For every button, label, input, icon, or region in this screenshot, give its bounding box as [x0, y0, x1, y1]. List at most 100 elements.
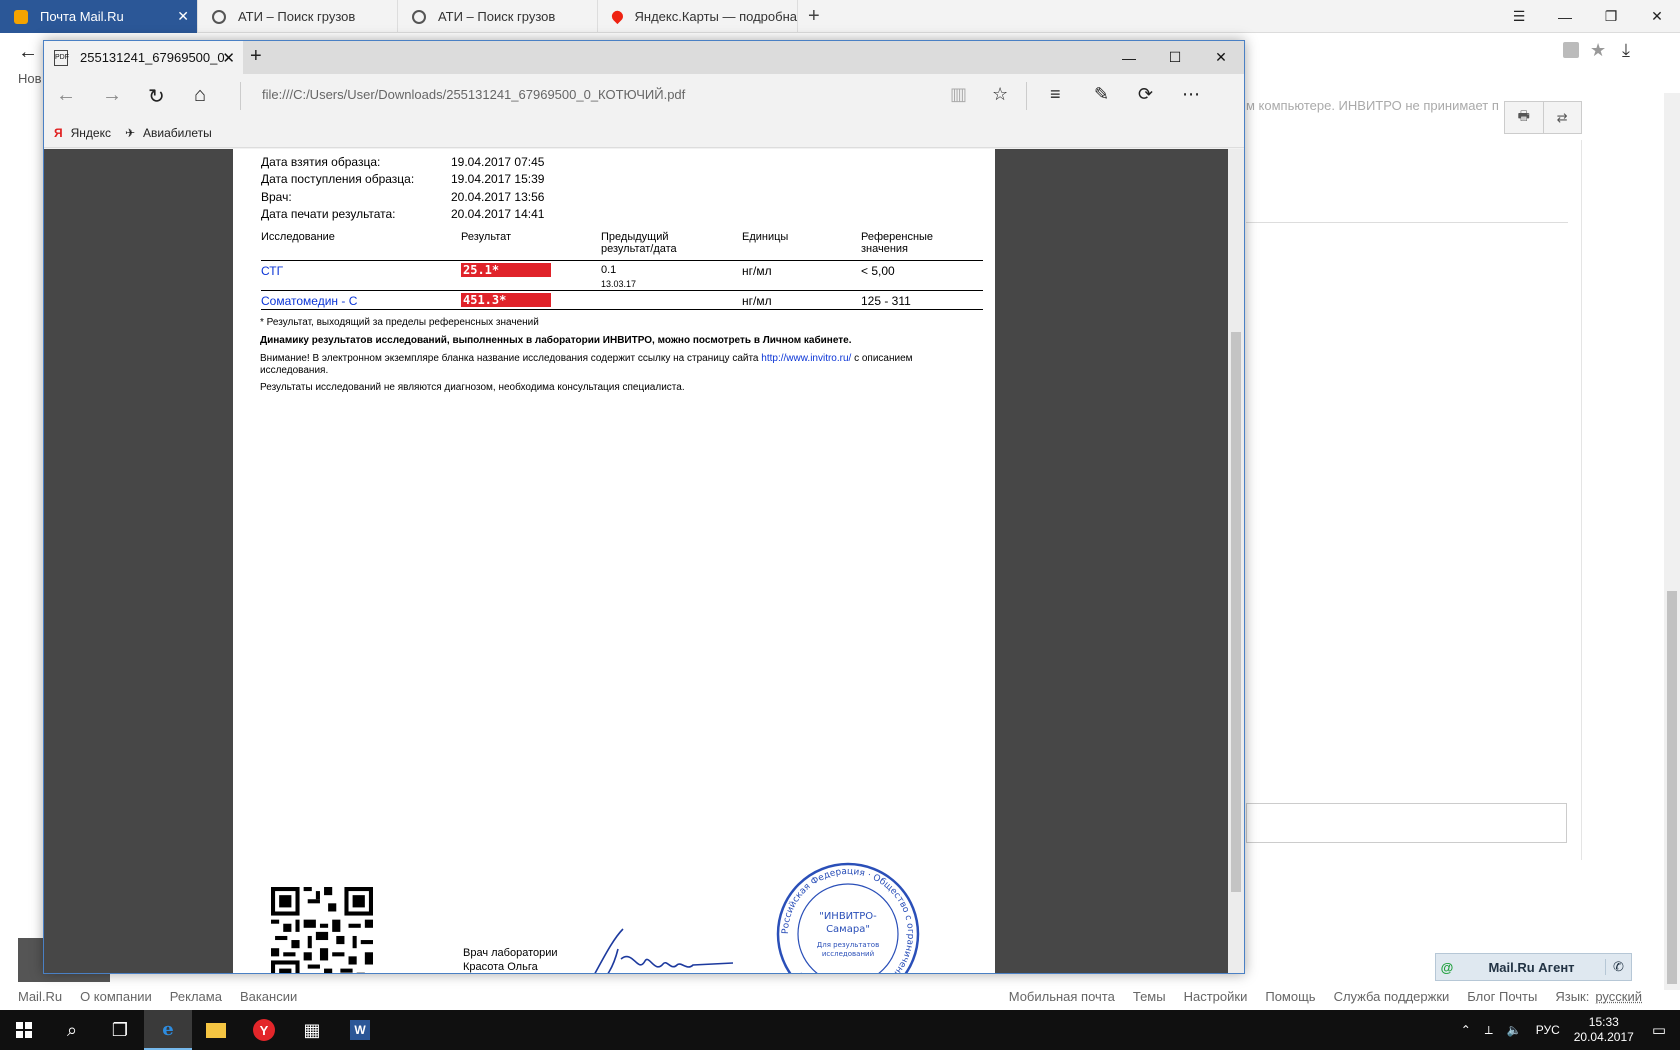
col-study: Исследование: [261, 231, 335, 243]
close-tab-icon[interactable]: ✕: [222, 49, 235, 67]
back-arrow-icon[interactable]: ←: [18, 41, 38, 64]
new-tab-icon[interactable]: +: [808, 5, 820, 28]
pdf-page: Дата взятия образца: 19.04.2017 07:45 Да…: [233, 149, 995, 973]
minimize-icon[interactable]: —: [1106, 41, 1152, 74]
col-reference: Референсные значения: [861, 231, 934, 255]
print-icon[interactable]: 🖶: [1505, 102, 1544, 133]
footer-link[interactable]: Служба поддержки: [1334, 989, 1450, 1004]
scroll-thumb[interactable]: [1667, 591, 1677, 984]
footer-link[interactable]: Помощь: [1265, 989, 1315, 1004]
refresh-icon[interactable]: ↻: [148, 84, 165, 109]
footer-link[interactable]: Блог Почты: [1467, 989, 1537, 1004]
scroll-thumb[interactable]: [1231, 332, 1241, 892]
search-icon[interactable]: ⌕: [48, 1010, 96, 1050]
outer-nav-text[interactable]: Нов: [18, 71, 42, 86]
reference-range: < 5,00: [861, 264, 895, 278]
task-view-icon[interactable]: ❐: [96, 1010, 144, 1050]
meta-key: Дата поступления образца:: [261, 172, 415, 186]
reading-view-icon[interactable]: ▥: [950, 84, 967, 105]
outer-tab-ati-1[interactable]: АТИ – Поиск грузов: [198, 0, 398, 33]
outer-tab-label: АТИ – Поиск грузов: [438, 9, 556, 24]
outer-scrollbar[interactable]: [1664, 93, 1680, 990]
keyboard-language[interactable]: РУС: [1536, 1023, 1560, 1037]
yandex-browser-icon[interactable]: Y: [240, 1010, 288, 1050]
outer-tab-label: Яндекс.Карты — подробна: [634, 9, 797, 24]
network-icon[interactable]: ⟂: [1485, 1023, 1493, 1038]
units: нг/мл: [742, 294, 772, 308]
mailru-agent-bar[interactable]: @ Mail.Ru Агент ✆: [1435, 953, 1632, 981]
footer-link[interactable]: Реклама: [170, 989, 222, 1004]
reply-input[interactable]: [1246, 803, 1567, 843]
outer-tab-ati-2[interactable]: АТИ – Поиск грузов: [398, 0, 598, 33]
result-flagged: 25.1*: [461, 263, 551, 277]
download-icon[interactable]: ⤓: [1622, 40, 1630, 61]
back-icon[interactable]: ←: [56, 84, 76, 107]
hub-icon[interactable]: ≡: [1050, 84, 1061, 105]
invitro-link[interactable]: http://www.invitro.ru/: [761, 353, 851, 364]
qr-code-icon: [271, 887, 373, 973]
map-pin-icon: [609, 8, 625, 25]
edge-icon[interactable]: e: [144, 1010, 192, 1050]
favorite-yandex[interactable]: Я Яндекс: [54, 126, 111, 140]
table-row: СТГ 25.1* 0.1 13.03.17 нг/мл < 5,00: [261, 261, 983, 291]
agent-label[interactable]: Mail.Ru Агент: [1458, 960, 1605, 975]
meta-value: 19.04.2017 15:39: [451, 172, 545, 186]
calculator-icon[interactable]: ▦: [288, 1010, 336, 1050]
volume-icon[interactable]: 🔈: [1507, 1023, 1522, 1037]
attention-text: Внимание! В электронном экземпляре бланк…: [260, 353, 759, 364]
sample-meta: Дата взятия образца: 19.04.2017 07:45 Да…: [261, 149, 661, 229]
url-field[interactable]: file:///C:/Users/User/Downloads/25513124…: [262, 87, 685, 102]
close-window-icon[interactable]: ✕: [1198, 41, 1244, 74]
language-select[interactable]: русский: [1595, 989, 1642, 1004]
favorite-star-icon[interactable]: ☆: [992, 84, 1008, 105]
windows-start-icon[interactable]: [0, 1010, 48, 1050]
edge-tab-strip: PDF 255131241_67969500_0 ✕ + — ☐ ✕: [44, 41, 1244, 74]
clock[interactable]: 15:33 20.04.2017: [1574, 1015, 1634, 1045]
outer-tab-mail[interactable]: Почта Mail.Ru ✕: [0, 0, 198, 33]
outer-tab-label: АТИ – Поиск грузов: [238, 9, 356, 24]
pdf-viewer: Дата взятия образца: 19.04.2017 07:45 Да…: [44, 149, 1228, 973]
pdf-scrollbar[interactable]: [1228, 149, 1244, 973]
ati-icon: [212, 9, 226, 24]
divider: [1026, 82, 1027, 110]
outer-tab-label: Почта Mail.Ru: [40, 9, 124, 24]
file-explorer-icon[interactable]: [192, 1010, 240, 1050]
notifications-icon[interactable]: ▭: [1652, 1021, 1666, 1039]
more-icon[interactable]: ⋯: [1182, 84, 1200, 105]
footer-link[interactable]: О компании: [80, 989, 152, 1004]
table-row: Соматомедин - С 451.3* нг/мл 125 - 311: [261, 291, 983, 310]
close-window-icon[interactable]: ✕: [1634, 0, 1680, 33]
bookmark-star-icon[interactable]: ★: [1590, 40, 1606, 61]
divider: [240, 82, 241, 110]
footer-link[interactable]: Темы: [1133, 989, 1166, 1004]
restore-icon[interactable]: ❐: [1588, 0, 1634, 33]
home-icon[interactable]: ⌂: [194, 84, 206, 107]
convert-icon[interactable]: ⇄: [1544, 102, 1582, 133]
maximize-icon[interactable]: ☐: [1152, 41, 1198, 74]
study-link[interactable]: СТГ: [261, 264, 283, 278]
lab-stamp-image: Российская Федерация · Общество с ограни…: [776, 862, 920, 973]
invitro-notice-text: м компьютере. ИНВИТРО не принимает п: [1246, 98, 1499, 113]
phone-icon[interactable]: ✆: [1605, 959, 1631, 975]
favorites-bar: Я Яндекс ✈ Авиабилеты: [44, 118, 1244, 148]
tray-chevron-icon[interactable]: ⌃: [1461, 1023, 1471, 1037]
web-note-icon[interactable]: ✎: [1094, 84, 1109, 105]
forward-icon[interactable]: →: [102, 84, 122, 107]
close-icon[interactable]: ✕: [177, 8, 189, 25]
windows-taskbar: ⌕ ❐ e Y ▦ W ⌃ ⟂ 🔈 РУС 15:33 20.04.2017 ▭: [0, 1010, 1680, 1050]
footer-link[interactable]: Мобильная почта: [1009, 989, 1115, 1004]
edge-tab-pdf[interactable]: PDF 255131241_67969500_0 ✕: [44, 41, 243, 74]
footer-link[interactable]: Настройки: [1184, 989, 1248, 1004]
favorite-avia[interactable]: ✈ Авиабилеты: [125, 126, 212, 140]
footer-link[interactable]: Вакансии: [240, 989, 297, 1004]
new-tab-icon[interactable]: +: [250, 45, 262, 68]
outer-tab-maps[interactable]: Яндекс.Карты — подробна: [598, 0, 798, 33]
footer-link[interactable]: Mail.Ru: [18, 989, 62, 1004]
minimize-icon[interactable]: —: [1542, 0, 1588, 33]
menu-icon[interactable]: ☰: [1496, 0, 1542, 33]
word-icon[interactable]: W: [336, 1010, 384, 1050]
dynamics-note: Динамику результатов исследований, выпол…: [260, 335, 852, 346]
share-icon[interactable]: ⟳: [1138, 84, 1153, 105]
study-link[interactable]: Соматомедин - С: [261, 294, 357, 308]
disclaimer: Результаты исследований не являются диаг…: [260, 382, 685, 393]
